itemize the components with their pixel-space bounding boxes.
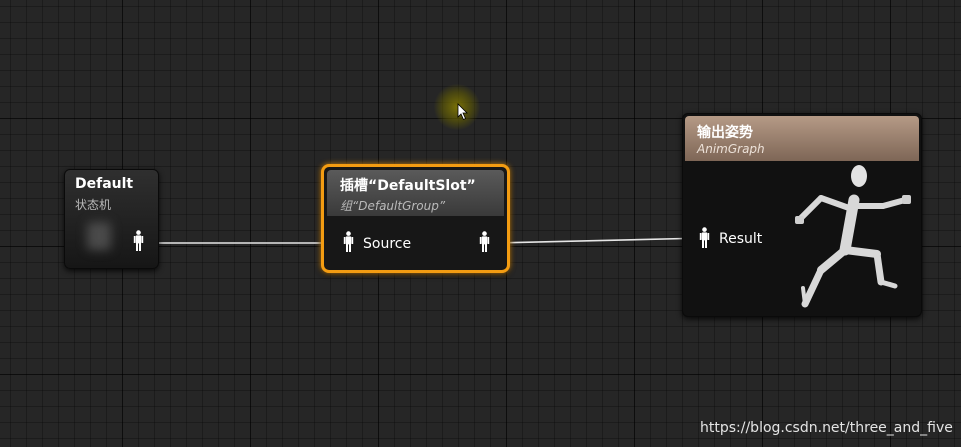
pose-output-pin-icon[interactable] — [479, 231, 490, 253]
slot-node[interactable]: 插槽“DefaultSlot” 组“DefaultGroup” Source — [321, 164, 510, 273]
node-preview — [87, 222, 111, 250]
pose-input-pin-icon[interactable] — [699, 227, 710, 249]
node-title: 插槽“DefaultSlot” — [340, 178, 476, 194]
node-subtitle: 组“DefaultGroup” — [340, 199, 446, 213]
pose-input-pin-icon[interactable] — [343, 231, 354, 253]
node-title: 输出姿势 — [697, 125, 753, 141]
output-pose-node[interactable]: 输出姿势 AnimGraph Result — [682, 113, 922, 317]
result-pin-label: Result — [719, 231, 763, 247]
pose-output-pin-icon[interactable] — [133, 230, 144, 252]
node-title: Default — [75, 176, 134, 192]
watermark-url: https://blog.csdn.net/three_and_five — [700, 420, 953, 436]
node-subtitle: AnimGraph — [697, 142, 765, 156]
running-mannequin-icon — [795, 165, 911, 308]
wire-slot-to-output[interactable] — [492, 237, 707, 244]
source-pin-label: Source — [363, 236, 412, 252]
state-machine-node-default[interactable]: Default 状态机 — [64, 169, 159, 269]
mouse-pointer-icon — [457, 103, 468, 121]
node-subtitle: 状态机 — [75, 198, 112, 212]
